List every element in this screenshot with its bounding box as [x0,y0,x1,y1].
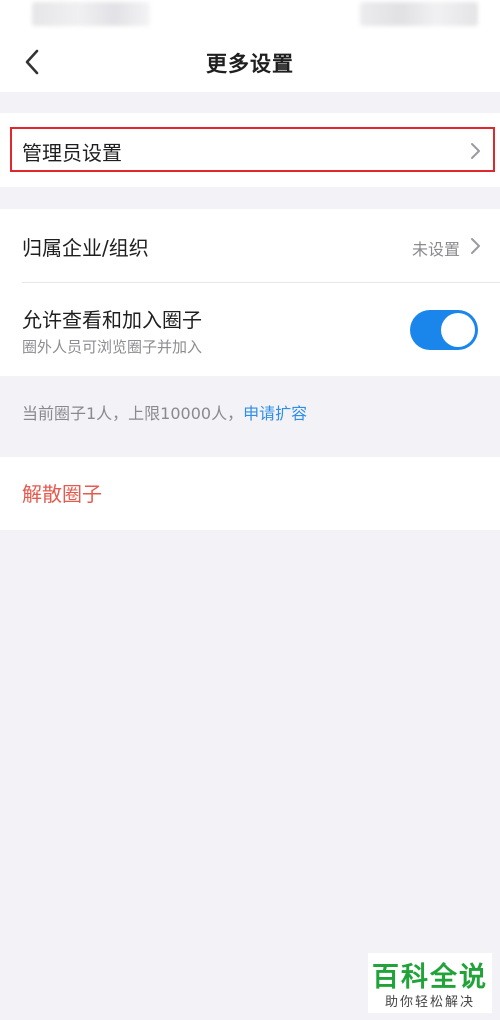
admin-settings-group: 管理员设置 [0,113,500,187]
status-bar-blurred-left [32,2,150,26]
dissolve-circle-button[interactable]: 解散圈子 [22,478,102,507]
organization-label: 归属企业/组织 [22,236,149,260]
navigation-bar: 更多设置 [0,34,500,92]
watermark-subtitle: 助你轻松解决 [384,995,475,1010]
circle-settings-group: 归属企业/组织 未设置 允许查看和加入圈子 圈外人员可浏览圈子并加入 [0,209,500,376]
organization-row[interactable]: 归属企业/组织 未设置 [0,209,500,282]
watermark-title: 百科全说 [372,962,488,993]
allow-view-join-toggle[interactable] [410,310,478,350]
allow-view-join-label: 允许查看和加入圈子 [22,308,202,332]
status-bar [0,0,500,34]
status-bar-blurred-right [360,2,478,26]
chevron-right-icon [471,238,480,254]
admin-settings-label: 管理员设置 [22,141,122,165]
watermark-logo: 百科全说 助你轻松解决 [368,953,492,1013]
capacity-text: 当前圈子1人，上限10000人， [22,404,244,423]
organization-value: 未设置 [411,240,460,259]
page-title: 更多设置 [206,52,294,76]
toggle-knob [441,313,475,347]
apply-expansion-link[interactable]: 申请扩容 [243,404,307,423]
capacity-info: 当前圈子1人，上限10000人，申请扩容 [22,400,307,424]
allow-view-join-description: 圈外人员可浏览圈子并加入 [22,338,203,356]
admin-settings-row[interactable]: 管理员设置 [0,113,500,187]
chevron-right-icon [471,143,480,159]
